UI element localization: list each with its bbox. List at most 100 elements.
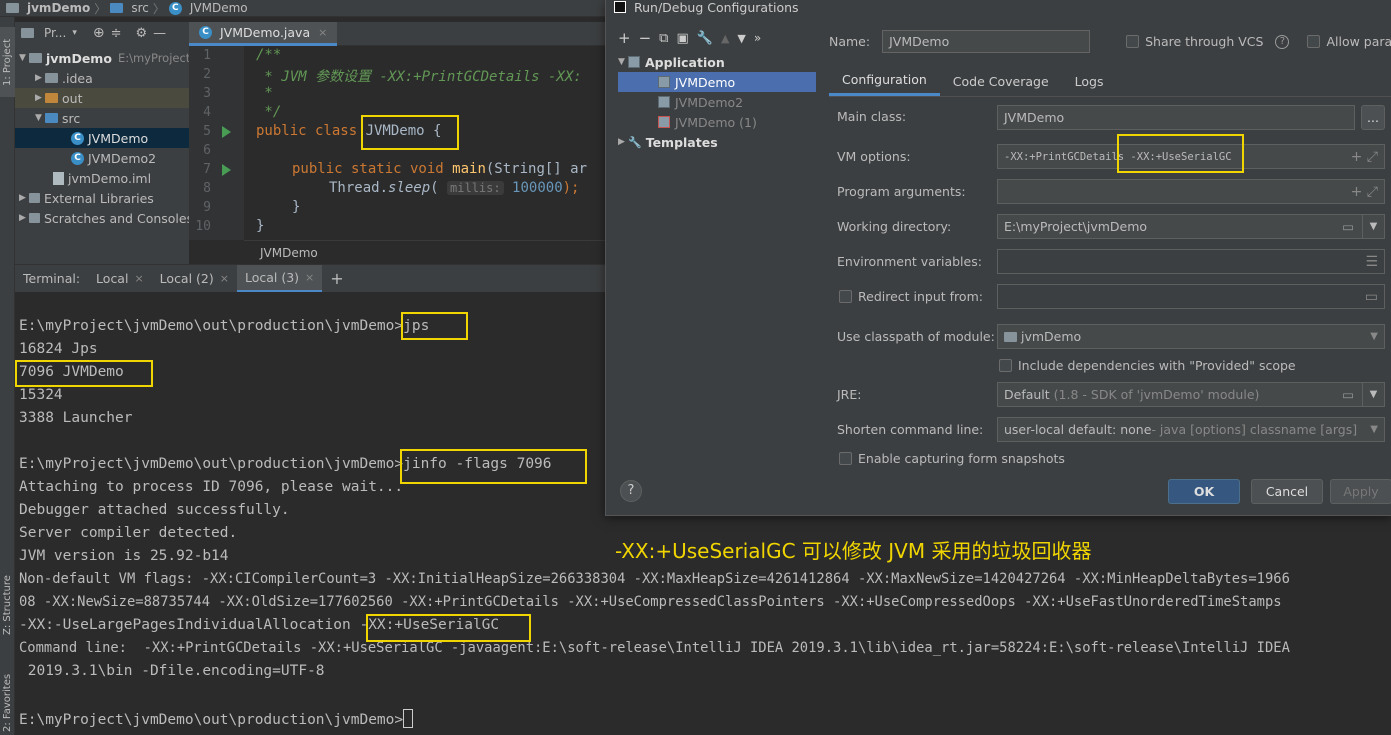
tree-item-idea[interactable]: ▶ .idea	[35, 68, 93, 88]
help-button[interactable]: ?	[620, 480, 642, 502]
locate-icon[interactable]: ⊕	[93, 25, 105, 41]
chevron-down-icon[interactable]: ▼	[35, 113, 45, 123]
add-icon[interactable]: +	[618, 29, 631, 47]
ok-button[interactable]: OK	[1168, 479, 1240, 504]
working-directory-input[interactable]: E:\myProject\jvmDemo ▭ ▼	[997, 214, 1385, 239]
chevron-right-icon[interactable]: ▶	[19, 213, 29, 223]
expand-icon[interactable]: + ⤢	[1351, 184, 1378, 200]
apply-button[interactable]: Apply	[1330, 479, 1391, 504]
checkbox[interactable]	[839, 452, 852, 465]
classpath-module-select[interactable]: jvmDemo ▼	[997, 324, 1385, 349]
close-icon[interactable]: ×	[305, 271, 314, 284]
edit-list-icon[interactable]: ☰	[1365, 254, 1378, 270]
include-dependencies-checkbox[interactable]: Include dependencies with "Provided" sco…	[999, 358, 1296, 373]
chevron-down-icon[interactable]: ▼	[19, 53, 29, 63]
terminal-tab-local[interactable]: Local ×	[88, 265, 152, 293]
allow-parallel-checkbox[interactable]: Allow parallel	[1307, 34, 1391, 49]
environment-variables-input[interactable]: ☰	[997, 249, 1385, 274]
tree-item-external-libraries[interactable]: ▶ External Libraries	[19, 188, 154, 208]
move-down-icon[interactable]: ▼	[737, 32, 745, 45]
tree-item-src[interactable]: ▼ src	[35, 108, 80, 128]
share-vcs-checkbox[interactable]: Share through VCS	[1126, 34, 1263, 49]
tree-item-iml[interactable]: jvmDemo.iml	[53, 168, 151, 188]
browse-main-class-button[interactable]: ...	[1361, 105, 1385, 130]
name-input[interactable]: JVMDemo	[882, 30, 1091, 53]
breadcrumb-src[interactable]: src	[131, 1, 149, 15]
tree-item-jvmdemo2-class[interactable]: C JVMDemo2	[71, 148, 156, 168]
structure-tool-tab[interactable]: Z: Structure	[0, 565, 15, 645]
folder-icon[interactable]: ▭	[1342, 219, 1354, 234]
redirect-input-field[interactable]: ▭	[997, 284, 1385, 309]
cancel-button[interactable]: Cancel	[1251, 479, 1323, 504]
run-icon[interactable]	[222, 126, 231, 138]
checkbox[interactable]	[999, 359, 1012, 372]
terminal-tab-local-3[interactable]: Local (3) ×	[236, 264, 323, 293]
editor-gutter: 1 2 3 4 5 6 7 8 9 10	[189, 46, 244, 240]
project-panel-header: Pr... ▾ ⊕ ≑ ⚙ —	[15, 22, 189, 44]
chevron-down-icon[interactable]: ▼	[1362, 215, 1384, 238]
config-item-jvmdemo[interactable]: JVMDemo	[618, 72, 816, 92]
help-icon[interactable]: ?	[1275, 34, 1290, 49]
tree-item-out[interactable]: ▶ out	[15, 88, 189, 108]
tree-item-scratches[interactable]: ▶ Scratches and Consoles	[19, 208, 193, 228]
jre-select[interactable]: Default (1.8 - SDK of 'jvmDemo' module) …	[997, 382, 1385, 407]
config-item-jvmdemo-1[interactable]: JVMDemo (1)	[658, 112, 757, 132]
tab-logs[interactable]: Logs	[1062, 66, 1117, 96]
project-tool-tab[interactable]: 1: Project	[0, 27, 15, 97]
checkbox[interactable]	[1307, 35, 1321, 48]
checkbox[interactable]	[1126, 35, 1140, 48]
editor-tab-jvmdemo[interactable]: C JVMDemo.java ×	[189, 22, 338, 46]
copy-icon[interactable]: ⧉	[659, 31, 668, 46]
collapse-icon[interactable]: ≑	[111, 26, 122, 41]
chevron-down-icon[interactable]: ▼	[618, 57, 628, 67]
save-icon[interactable]: ▣	[676, 31, 688, 46]
chevron-right-icon[interactable]: ▶	[19, 193, 29, 203]
chevron-down-icon[interactable]: ▼	[1370, 424, 1378, 435]
chevron-down-icon[interactable]: ▼	[1370, 331, 1378, 342]
checkbox[interactable]	[839, 290, 852, 303]
close-icon[interactable]: ×	[220, 272, 229, 285]
code-line-8: Thread.sleep( millis: 100000);	[329, 180, 580, 196]
favorites-tool-tab[interactable]: 2: Favorites	[0, 665, 15, 735]
project-view-selector[interactable]: Pr...	[44, 26, 66, 40]
config-item-jvmdemo2[interactable]: JVMDemo2	[658, 92, 743, 112]
line-number: 1	[203, 48, 211, 63]
breadcrumb-project[interactable]: jvmDemo	[27, 1, 90, 15]
program-arguments-input[interactable]: + ⤢	[997, 179, 1385, 204]
gear-icon[interactable]: ⚙	[135, 26, 147, 41]
shorten-command-line-select[interactable]: user-local default: none - java [options…	[997, 417, 1385, 442]
chevron-right-icon[interactable]: ▶	[35, 93, 45, 103]
wrench-icon[interactable]: 🔧	[697, 31, 713, 46]
chevron-down-icon[interactable]: ▼	[1362, 383, 1384, 406]
config-group-templates[interactable]: ▶ 🔧 Templates	[618, 132, 718, 152]
remove-icon[interactable]: −	[639, 29, 652, 47]
redirect-input-checkbox[interactable]: Redirect input from:	[839, 289, 983, 304]
terminal-line: Debugger attached successfully.	[19, 502, 290, 518]
move-up-icon[interactable]: ▲	[721, 32, 729, 45]
code-line-2: * JVM 参数设置 -XX:+PrintGCDetails -XX:	[256, 69, 582, 85]
new-terminal-button[interactable]: +	[322, 265, 351, 293]
editor-breadcrumb[interactable]: JVMDemo	[244, 240, 605, 264]
folder-icon[interactable]: ▭	[1342, 387, 1354, 402]
breadcrumb-class[interactable]: JVMDemo	[190, 1, 248, 15]
code-editor[interactable]: /** * JVM 参数设置 -XX:+PrintGCDetails -XX: …	[244, 46, 605, 240]
tab-configuration[interactable]: Configuration	[829, 66, 940, 96]
chevron-right-icon[interactable]: ▶	[35, 73, 45, 83]
tab-code-coverage[interactable]: Code Coverage	[940, 66, 1062, 96]
config-group-application[interactable]: ▼ Application	[618, 52, 725, 72]
close-icon[interactable]: ×	[318, 26, 327, 39]
capture-snapshots-checkbox[interactable]: Enable capturing form snapshots	[839, 451, 1065, 466]
more-icon[interactable]: »	[754, 31, 761, 45]
hide-icon[interactable]: —	[153, 26, 166, 41]
vm-options-input[interactable]: -XX:+PrintGCDetails -XX:+UseSerialGC + ⤢	[997, 144, 1385, 169]
main-class-input[interactable]: JVMDemo	[997, 105, 1355, 130]
terminal-tab-local-2[interactable]: Local (2) ×	[152, 265, 237, 293]
chevron-down-icon[interactable]: ▾	[72, 28, 77, 38]
run-icon[interactable]	[222, 164, 231, 176]
close-icon[interactable]: ×	[134, 272, 143, 285]
folder-icon[interactable]: ▭	[1365, 289, 1378, 305]
chevron-right-icon[interactable]: ▶	[618, 137, 628, 147]
tree-item-jvmdemo-class[interactable]: C JVMDemo	[15, 128, 189, 148]
terminal-prompt[interactable]: E:\myProject\jvmDemo\out\production\jvmD…	[19, 709, 414, 728]
expand-icon[interactable]: + ⤢	[1351, 149, 1378, 165]
